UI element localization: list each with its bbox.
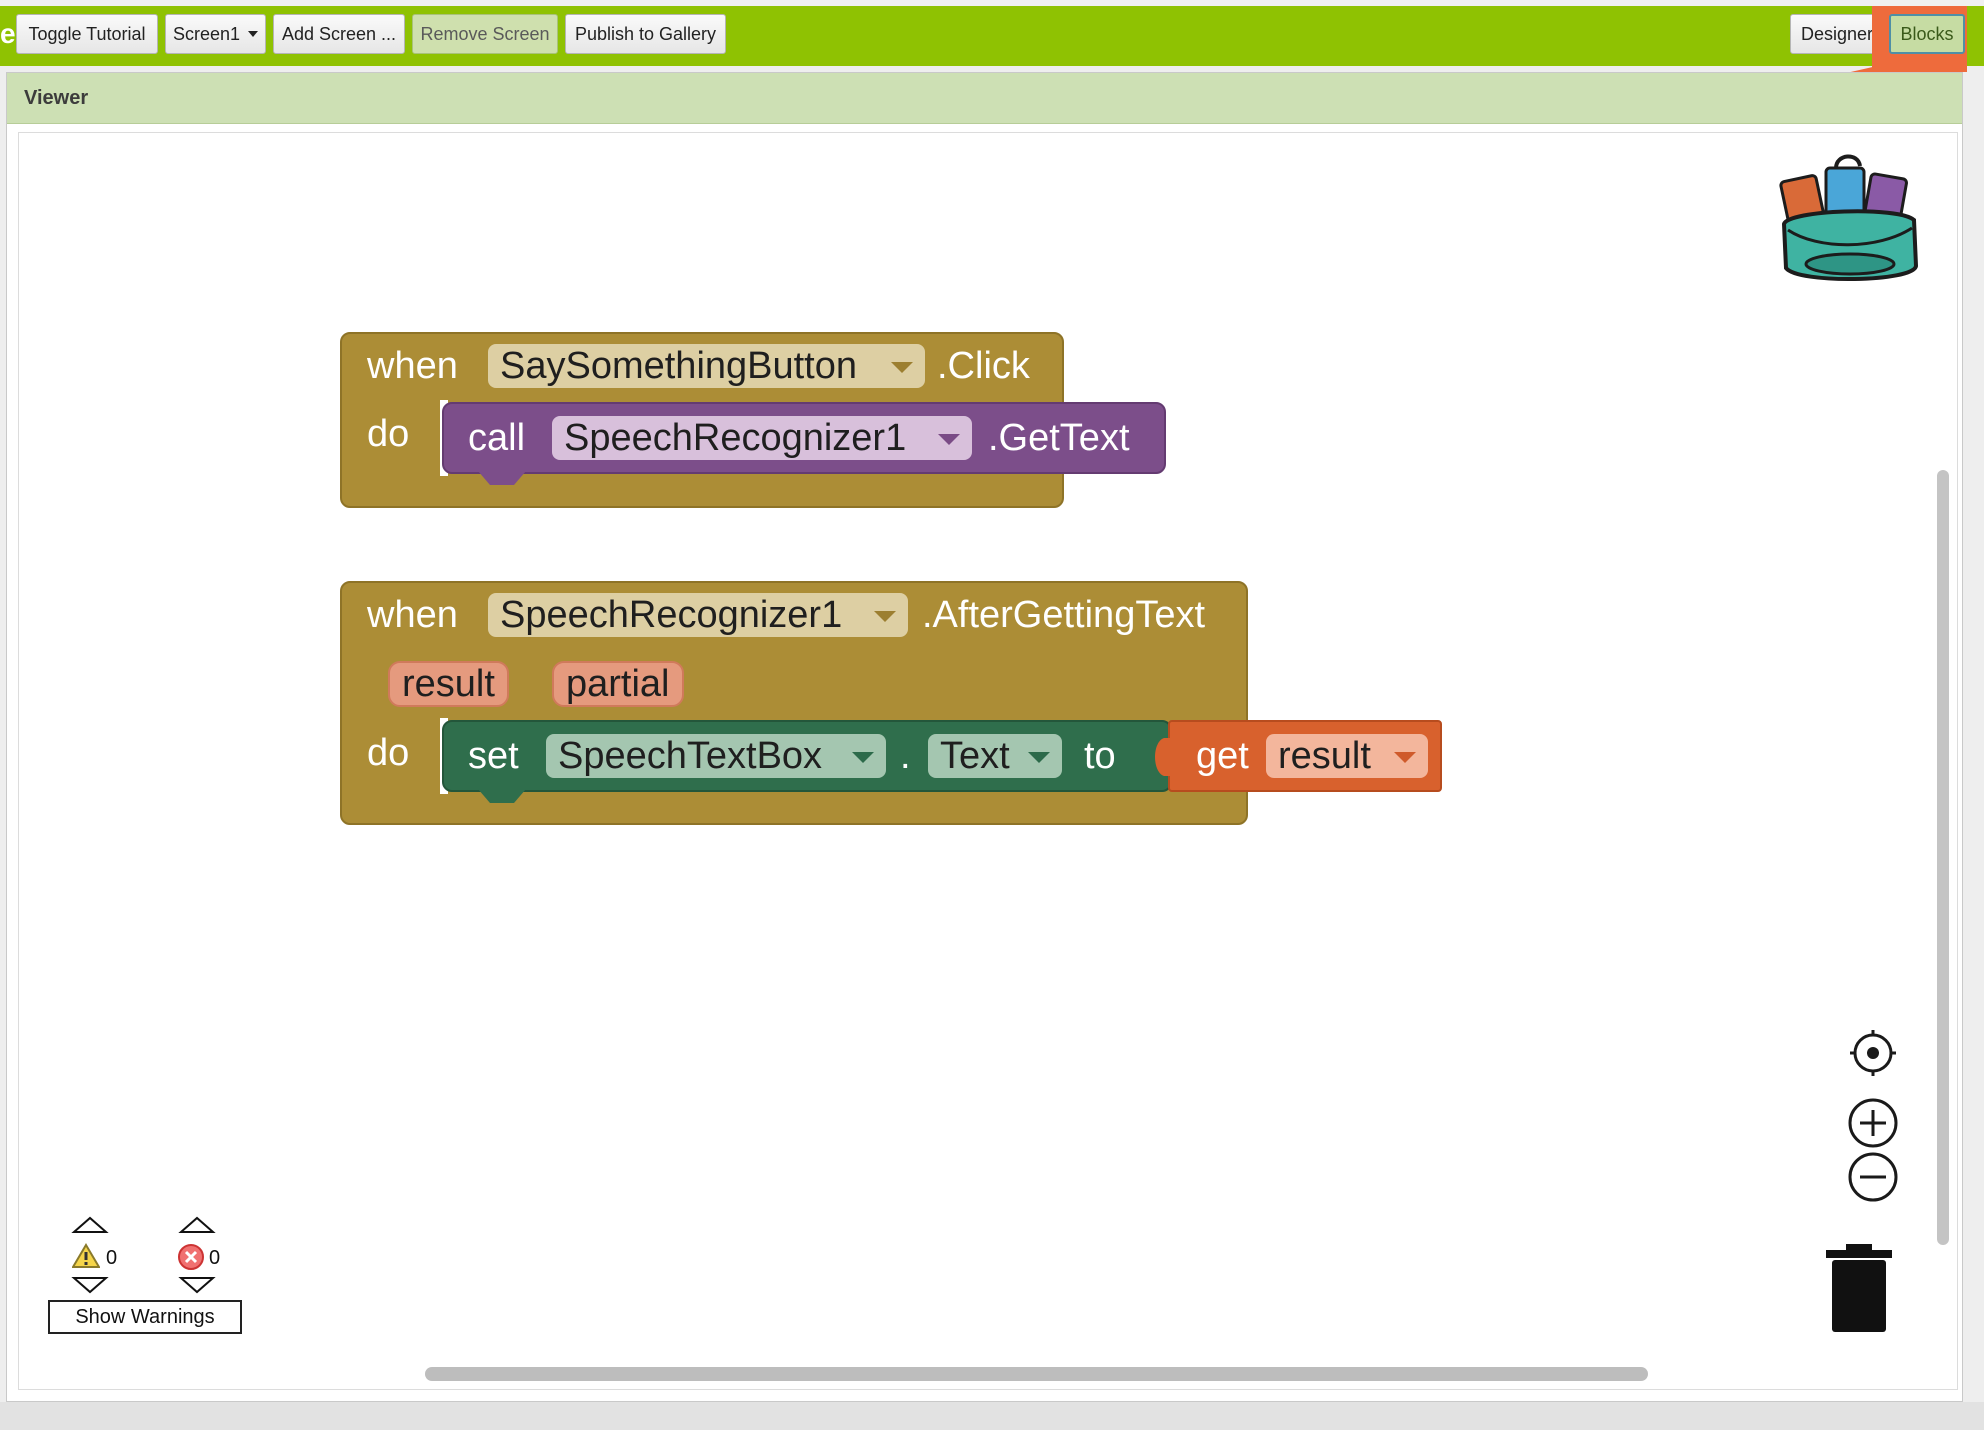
error-icon (178, 1244, 204, 1270)
screen-select-label: Screen1 (172, 23, 241, 44)
component-name: SaySomethingButton (500, 345, 858, 387)
show-warnings-button[interactable]: Show Warnings (48, 1300, 242, 1334)
zoom-in-icon[interactable] (1846, 1096, 1900, 1150)
to-label: to (1084, 735, 1116, 777)
chevron-down-icon (852, 752, 874, 763)
app-title-fragment: e (0, 18, 16, 49)
add-screen-button[interactable]: Add Screen ... (273, 14, 405, 54)
component-dropdown[interactable]: SpeechTextBox (546, 734, 886, 778)
warning-count: 0 (106, 1247, 118, 1269)
component-name: SpeechTextBox (558, 735, 823, 777)
when-label: when (367, 594, 458, 636)
dot-label: . (900, 735, 911, 777)
component-name: SpeechRecognizer1 (564, 417, 907, 459)
do-label: do (367, 732, 410, 774)
get-label: get (1196, 735, 1249, 777)
method-name: .GetText (988, 417, 1130, 459)
warning-next-icon[interactable] (70, 1276, 110, 1294)
publish-to-gallery-button[interactable]: Publish to Gallery (565, 14, 726, 54)
error-count: 0 (209, 1247, 221, 1269)
warning-prev-icon[interactable] (70, 1216, 110, 1234)
warning-icon (72, 1243, 100, 1268)
chevron-down-icon (1394, 752, 1416, 763)
param-result[interactable]: result (388, 661, 509, 707)
component-dropdown[interactable]: SpeechRecognizer1 (552, 416, 972, 460)
zoom-out-icon[interactable] (1846, 1150, 1900, 1204)
puzzle-connector-icon (1155, 738, 1172, 776)
error-prev-icon[interactable] (177, 1216, 217, 1234)
get-result-block[interactable]: get result (1168, 720, 1442, 792)
do-label: do (367, 413, 410, 455)
param-partial[interactable]: partial (552, 661, 684, 707)
chevron-down-icon (891, 362, 913, 373)
center-workspace-icon[interactable] (1848, 1028, 1898, 1078)
chevron-down-icon (938, 434, 960, 445)
when-label: when (367, 345, 458, 387)
backpack-icon[interactable] (1778, 150, 1922, 288)
set-label: set (468, 735, 519, 777)
vertical-scrollbar[interactable] (1937, 470, 1949, 1245)
variable-name: result (1278, 735, 1371, 777)
block-notch-icon (478, 789, 526, 803)
page-footer (0, 1402, 1984, 1430)
top-toolbar: e Toggle Tutorial Screen1 Add Screen ...… (0, 0, 1984, 72)
call-getText-block[interactable]: call SpeechRecognizer1 .GetText (442, 402, 1166, 474)
variable-dropdown[interactable]: result (1266, 734, 1428, 778)
horizontal-scrollbar[interactable] (425, 1367, 1648, 1381)
property-dropdown[interactable]: Text (928, 734, 1062, 778)
blocks-button[interactable]: Blocks (1889, 14, 1965, 54)
viewer-title: Viewer (7, 73, 1962, 124)
chevron-down-icon (1028, 752, 1050, 763)
chevron-down-icon (874, 611, 896, 622)
remove-screen-button[interactable]: Remove Screen (412, 14, 558, 54)
trash-icon[interactable] (1822, 1242, 1896, 1334)
set-speechtextbox-text-block[interactable]: set SpeechTextBox . Text to (442, 720, 1172, 792)
component-dropdown[interactable]: SaySomethingButton (488, 344, 925, 388)
call-label: call (468, 417, 526, 459)
screen-select-dropdown[interactable]: Screen1 (165, 14, 266, 54)
event-name: .Click (937, 345, 1030, 387)
toggle-tutorial-button[interactable]: Toggle Tutorial (16, 14, 158, 54)
chevron-down-icon (248, 31, 259, 37)
event-name: .AfterGettingText (922, 594, 1206, 636)
component-dropdown[interactable]: SpeechRecognizer1 (488, 593, 908, 637)
property-name: Text (940, 735, 1010, 777)
block-notch-icon (478, 471, 526, 485)
error-next-icon[interactable] (177, 1276, 217, 1294)
component-name: SpeechRecognizer1 (500, 594, 843, 636)
